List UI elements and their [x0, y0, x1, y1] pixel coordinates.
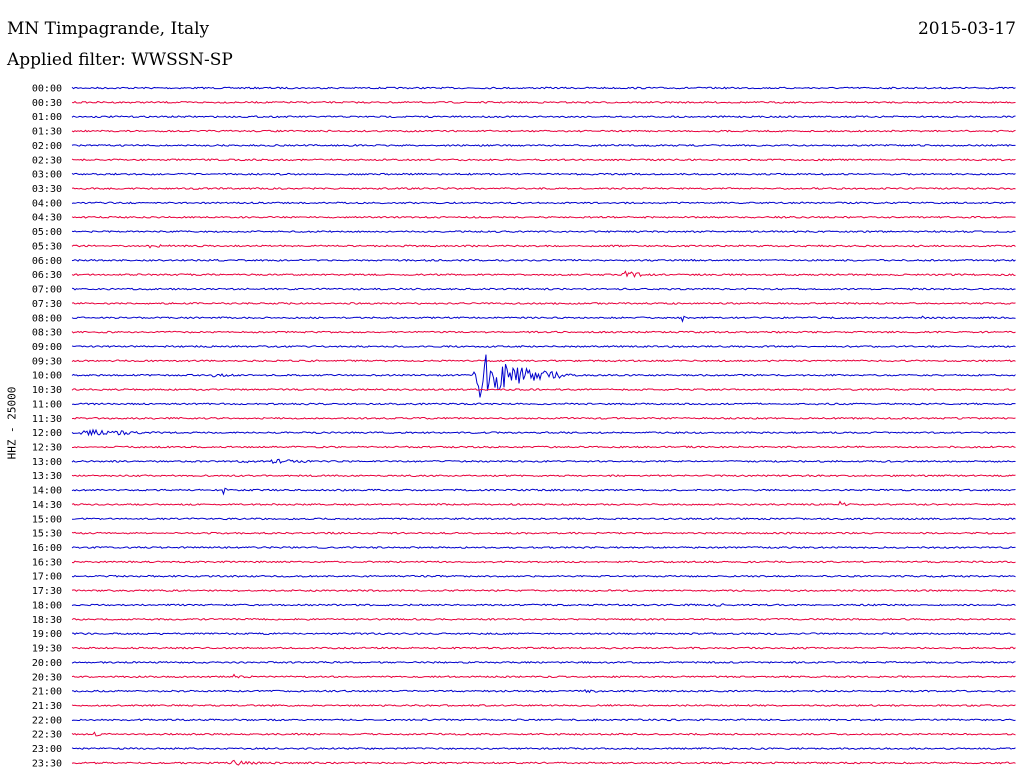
trace-line-1800	[71, 603, 1016, 607]
trace-line-0200	[71, 143, 1016, 147]
trace-line-0330	[71, 187, 1016, 190]
trace-line-1300	[71, 458, 1016, 464]
row-time-label: 11:00	[32, 399, 62, 410]
row-time-label: 13:00	[32, 457, 62, 468]
trace-line-0530	[71, 244, 1016, 249]
row-time-label: 19:30	[32, 644, 62, 655]
helicorder-plot: 00:00 00:30 01:00 01:30 02:00 02:30 03:00 03:30…	[32, 84, 1016, 769]
trace-line-0900	[71, 345, 1016, 348]
trace-line-1830	[71, 617, 1016, 621]
row-time-label: 16:30	[32, 557, 62, 568]
trace-line-1500	[71, 517, 1016, 521]
trace-line-2030	[71, 673, 1016, 679]
row-time-label: 22:00	[32, 715, 62, 726]
row-time-label: 20:00	[32, 658, 62, 669]
trace-line-2330	[71, 759, 1016, 766]
row-time-label: 19:00	[32, 629, 62, 640]
trace-line-2230	[71, 731, 1016, 737]
row-time-label: 02:30	[32, 155, 62, 166]
trace-line-2300	[71, 747, 1016, 751]
row-time-label: 07:00	[32, 285, 62, 296]
row-time-label: 06:30	[32, 270, 62, 281]
trace-line-0000	[71, 86, 1016, 90]
trace-line-2100	[71, 689, 1016, 694]
row-time-label: 21:00	[32, 687, 62, 698]
trace-line-1130	[71, 416, 1016, 420]
row-time-label: 09:30	[32, 356, 62, 367]
trace-line-1930	[71, 646, 1016, 650]
row-time-label: 11:30	[32, 414, 62, 425]
row-time-label: 02:00	[32, 141, 62, 152]
row-time-label: 04:30	[32, 213, 62, 224]
row-time-label: 13:30	[32, 471, 62, 482]
trace-line-0730	[71, 302, 1016, 305]
row-time-label: 18:00	[32, 600, 62, 611]
row-time-label: 04:00	[32, 198, 62, 209]
row-time-label: 03:30	[32, 184, 62, 195]
trace-line-0430	[71, 215, 1016, 219]
row-time-label: 14:00	[32, 486, 62, 497]
row-time-label: 00:30	[32, 98, 62, 109]
trace-line-0300	[71, 172, 1016, 176]
trace-line-1730	[71, 589, 1016, 593]
row-time-label: 08:00	[32, 313, 62, 324]
row-time-label: 10:00	[32, 371, 62, 382]
row-time-label: 08:30	[32, 328, 62, 339]
row-time-label: 17:00	[32, 572, 62, 583]
trace-line-1630	[71, 560, 1016, 564]
row-time-label: 09:00	[32, 342, 62, 353]
row-time-label: 18:30	[32, 615, 62, 626]
trace-line-0400	[71, 201, 1016, 205]
trace-line-0500	[71, 230, 1016, 234]
row-time-label: 06:00	[32, 256, 62, 267]
trace-line-0930	[71, 359, 1016, 363]
trace-line-2200	[71, 718, 1016, 722]
row-time-label: 14:30	[32, 500, 62, 511]
row-time-label: 05:00	[32, 227, 62, 238]
row-time-label: 01:30	[32, 127, 62, 138]
trace-line-1900	[71, 632, 1016, 636]
trace-line-0600	[71, 258, 1016, 262]
row-time-label: 15:30	[32, 529, 62, 540]
row-time-label: 21:30	[32, 701, 62, 712]
trace-line-0100	[71, 115, 1016, 119]
trace-line-0230	[71, 158, 1016, 162]
row-time-label: 20:30	[32, 672, 62, 683]
trace-line-1100	[71, 402, 1016, 406]
trace-line-1400	[71, 487, 1016, 496]
row-time-label: 23:00	[32, 744, 62, 755]
row-time-label: 16:00	[32, 543, 62, 554]
trace-line-1030	[71, 388, 1016, 391]
trace-line-0830	[71, 330, 1016, 334]
row-time-label: 05:30	[32, 241, 62, 252]
trace-line-1600	[71, 546, 1016, 550]
trace-line-2000	[71, 660, 1016, 664]
row-time-label: 01:00	[32, 112, 62, 123]
row-time-label: 17:30	[32, 586, 62, 597]
row-time-label: 22:30	[32, 730, 62, 741]
trace-line-0030	[71, 100, 1016, 104]
trace-line-1200	[71, 428, 1016, 437]
trace-line-2130	[71, 703, 1016, 707]
trace-line-1230	[71, 445, 1016, 449]
trace-line-1430	[71, 500, 1016, 507]
row-time-label: 12:30	[32, 443, 62, 454]
row-time-label: 07:30	[32, 299, 62, 310]
row-time-label: 00:00	[32, 84, 62, 95]
row-time-label: 23:30	[32, 758, 62, 769]
trace-line-0130	[71, 129, 1016, 133]
trace-line-1530	[71, 531, 1016, 535]
row-time-label: 10:30	[32, 385, 62, 396]
trace-line-0700	[71, 287, 1016, 291]
row-time-label: 15:00	[32, 514, 62, 525]
row-time-label: 03:00	[32, 170, 62, 181]
trace-line-0630	[71, 270, 1016, 279]
trace-line-0800	[71, 315, 1016, 323]
row-time-label: 12:00	[32, 428, 62, 439]
trace-line-1700	[71, 574, 1016, 578]
trace-line-1330	[71, 474, 1016, 478]
